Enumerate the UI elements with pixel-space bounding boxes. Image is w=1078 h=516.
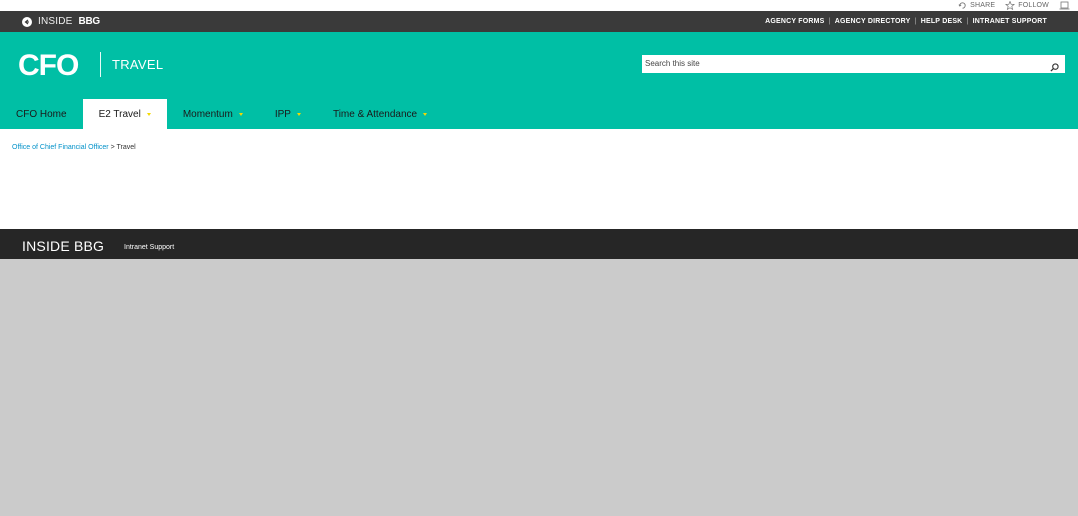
nav-item-cfo-home[interactable]: CFO Home bbox=[0, 99, 83, 129]
nav-item-ipp[interactable]: IPP bbox=[259, 99, 317, 129]
site-header: CFO TRAVEL Search this site CFO Home E2 … bbox=[0, 32, 1078, 129]
search-input[interactable]: Search this site bbox=[645, 59, 700, 68]
inside-label: INSIDE bbox=[38, 16, 73, 27]
suite-actions: SHARE FOLLOW bbox=[958, 0, 1070, 11]
suite-bar: SHARE FOLLOW bbox=[0, 0, 1078, 11]
nav-item-time-attendance[interactable]: Time & Attendance bbox=[317, 99, 443, 129]
star-icon bbox=[1005, 1, 1016, 10]
share-icon bbox=[958, 2, 966, 9]
footer-brand[interactable]: INSIDE BBG bbox=[22, 238, 104, 254]
top-bar: INSIDE BBG AGENCY FORMS | AGENCY DIRECTO… bbox=[0, 11, 1078, 32]
focus-action[interactable] bbox=[1059, 1, 1070, 10]
focus-icon bbox=[1059, 1, 1070, 10]
agency-directory-link[interactable]: AGENCY DIRECTORY bbox=[835, 18, 911, 25]
nav-item-label: E2 Travel bbox=[98, 108, 141, 120]
caret-down-icon bbox=[238, 112, 243, 116]
search-box[interactable]: Search this site bbox=[642, 55, 1065, 73]
share-action[interactable]: SHARE bbox=[958, 1, 995, 10]
intranet-support-link[interactable]: INTRANET SUPPORT bbox=[973, 18, 1047, 25]
inside-bbg-home-link[interactable]: INSIDE BBG bbox=[22, 16, 100, 27]
nav-item-e2-travel[interactable]: E2 Travel bbox=[82, 99, 167, 129]
share-label: SHARE bbox=[970, 2, 996, 9]
help-desk-link[interactable]: HELP DESK bbox=[921, 18, 963, 25]
site-footer: INSIDE BBG Intranet Support bbox=[0, 229, 1078, 259]
nav-item-label: Time & Attendance bbox=[332, 108, 418, 120]
nav-item-momentum[interactable]: Momentum bbox=[167, 99, 259, 129]
back-arrow-icon bbox=[22, 16, 32, 27]
search-icon[interactable] bbox=[1050, 59, 1059, 77]
bbg-logo-label: BBG bbox=[78, 16, 101, 27]
footer-intranet-support-link[interactable]: Intranet Support bbox=[124, 244, 174, 251]
nav-item-label: Momentum bbox=[182, 108, 233, 120]
logo-divider bbox=[100, 52, 101, 77]
nav-item-label: IPP bbox=[274, 108, 291, 120]
main-content: Office of Chief Financial Officer > Trav… bbox=[0, 129, 1078, 229]
nav-item-label: CFO Home bbox=[16, 108, 67, 120]
link-separator: | bbox=[914, 18, 917, 25]
site-title[interactable]: TRAVEL bbox=[112, 57, 163, 72]
breadcrumb-current: Travel bbox=[116, 144, 136, 151]
caret-down-icon bbox=[296, 112, 301, 116]
link-separator: | bbox=[828, 18, 831, 25]
follow-action[interactable]: FOLLOW bbox=[1005, 1, 1049, 10]
agency-forms-link[interactable]: AGENCY FORMS bbox=[765, 18, 824, 25]
link-separator: | bbox=[966, 18, 969, 25]
top-links: AGENCY FORMS | AGENCY DIRECTORY | HELP D… bbox=[765, 11, 1047, 32]
caret-down-icon bbox=[423, 112, 428, 116]
global-nav: CFO Home E2 Travel Momentum IPP Time & A… bbox=[0, 99, 443, 129]
breadcrumb: Office of Chief Financial Officer > Trav… bbox=[12, 144, 136, 151]
cfo-logo[interactable]: CFO bbox=[18, 49, 79, 83]
caret-down-icon bbox=[146, 112, 151, 116]
follow-label: FOLLOW bbox=[1018, 2, 1049, 9]
breadcrumb-parent-link[interactable]: Office of Chief Financial Officer bbox=[12, 144, 109, 151]
